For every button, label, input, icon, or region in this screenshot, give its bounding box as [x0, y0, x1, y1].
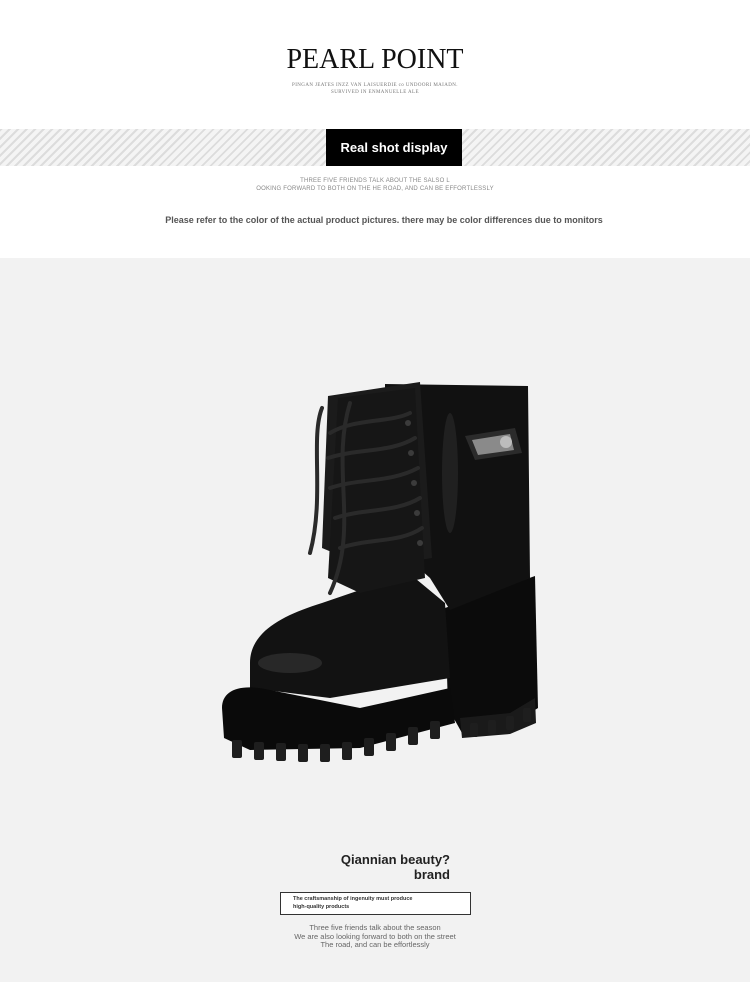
brand-word: brand [413, 867, 450, 882]
season-line-3: The road, and can be effortlessly [320, 940, 430, 949]
brand-question: Qiannian beauty? [340, 852, 450, 867]
craft-line-1: The craftsmanship of ingenuity must prod… [293, 896, 413, 902]
section-subtitle-line-1: THREE FIVE FRIENDS TALK ABOUT THE SALSO … [300, 178, 450, 184]
season-caption: Three five friends talk about the season… [0, 923, 750, 950]
boot-illustration [222, 382, 538, 762]
brand-tagline: PINGAN JEATES INZZ VAN LAISUERDIE co UND… [0, 82, 750, 96]
section-subtitle: THREE FIVE FRIENDS TALK ABOUT THE SALSO … [0, 177, 750, 193]
tagline-line-2: SURVIVED IN ENMANUELLE ALE [331, 90, 419, 95]
brand-heading: Qiannian beauty? brand [300, 852, 450, 882]
section-title-badge: Real shot display [326, 129, 462, 166]
color-disclaimer: Please refer to the color of the actual … [165, 215, 603, 225]
page-header: PEARL POINT PINGAN JEATES INZZ VAN LAISU… [0, 0, 750, 258]
craftsmanship-box: The craftsmanship of ingenuity must prod… [280, 892, 471, 915]
section-subtitle-line-2: OOKING FORWARD TO BOTH ON THE HE ROAD, A… [256, 186, 494, 192]
craft-line-2: high-quality products [293, 903, 350, 910]
tagline-line-1: PINGAN JEATES INZZ VAN LAISUERDIE co UND… [292, 83, 458, 88]
brand-logo: PEARL POINT [286, 44, 464, 75]
product-photo-area: Qiannian beauty? brand The craftsmanship… [0, 258, 750, 982]
product-image [210, 378, 550, 788]
